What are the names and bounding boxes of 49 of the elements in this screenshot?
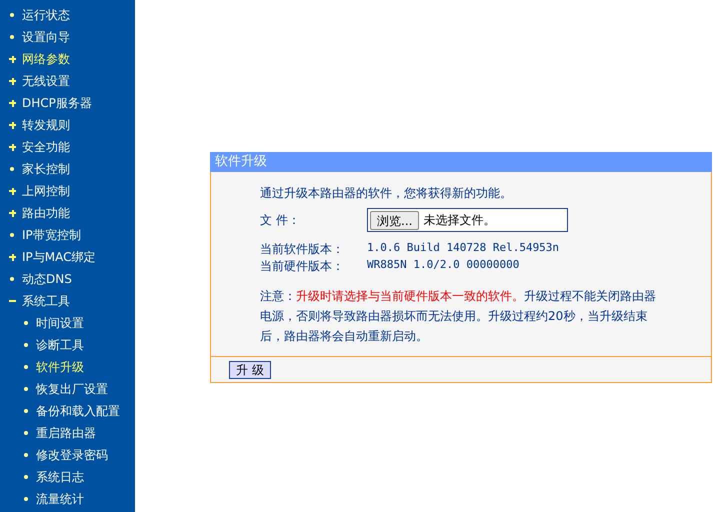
sidebar-item[interactable]: 动态DNS xyxy=(22,270,72,288)
panel-title: 软件升级 xyxy=(210,152,712,172)
sidebar-item[interactable]: 家长控制 xyxy=(22,160,70,178)
bullet-icon xyxy=(24,387,28,391)
sidebar-item[interactable]: 运行状态 xyxy=(22,6,70,24)
sidebar-item[interactable]: 备份和载入配置 xyxy=(36,402,120,420)
version-label: 当前硬件版本： xyxy=(260,258,345,274)
bullet-icon xyxy=(24,453,28,457)
sidebar-item[interactable]: 软件升级 xyxy=(36,358,84,376)
bullet-icon xyxy=(10,35,14,39)
bullet-icon xyxy=(24,497,28,501)
sidebar-item[interactable]: 无线设置 xyxy=(22,72,70,90)
bullet-icon xyxy=(24,321,28,325)
intro-text: 通过升级本路由器的软件，您将获得新的功能。 xyxy=(260,185,513,202)
sidebar-item[interactable]: 修改登录密码 xyxy=(36,446,108,464)
note-text: 注意：升级时请选择与当前硬件版本一致的软件。升级过程不能关闭路由器电源，否则将导致路由器损坏而无法使用。升级过程约20秒，当升级结束后，路由器将会自动重新启动。 xyxy=(260,288,657,345)
sidebar-item[interactable]: 转发规则 xyxy=(22,116,70,134)
sidebar-item[interactable]: 安全功能 xyxy=(22,138,70,156)
sidebar-item[interactable]: 重启路由器 xyxy=(36,424,96,442)
bullet-icon xyxy=(24,431,28,435)
sidebar-item[interactable]: 设置向导 xyxy=(22,28,70,46)
sidebar-item[interactable]: 诊断工具 xyxy=(36,336,84,354)
browse-button[interactable]: 浏览... xyxy=(370,210,420,230)
sidebar-item[interactable]: IP与MAC绑定 xyxy=(22,248,96,266)
version-value: 1.0.6 Build 140728 Rel.54953n xyxy=(367,240,560,256)
bullet-icon xyxy=(10,167,14,171)
upgrade-button[interactable]: 升 级 xyxy=(229,360,271,378)
bullet-icon xyxy=(10,233,14,237)
version-value: WR885N 1.0/2.0 00000000 xyxy=(367,257,520,274)
bullet-icon xyxy=(24,343,28,347)
sidebar-item[interactable]: 系统日志 xyxy=(36,468,84,486)
file-label: 文 件： xyxy=(260,212,301,229)
sidebar-item[interactable]: 网络参数 xyxy=(22,50,70,68)
bullet-icon xyxy=(24,365,28,369)
sidebar-item[interactable]: 系统工具 xyxy=(22,292,70,310)
bullet-icon xyxy=(24,475,28,479)
sidebar-item[interactable]: 流量统计 xyxy=(36,490,84,508)
bullet-icon xyxy=(10,277,14,281)
file-input[interactable]: 浏览... 未选择文件。 xyxy=(367,208,568,232)
bullet-icon xyxy=(24,409,28,413)
version-label: 当前软件版本： xyxy=(260,240,345,258)
sidebar-item[interactable]: 恢复出厂设置 xyxy=(36,380,108,398)
sidebar-item[interactable]: 路由功能 xyxy=(22,204,70,222)
sidebar-item[interactable]: 上网控制 xyxy=(22,182,70,200)
bullet-icon xyxy=(10,13,14,17)
file-name: 未选择文件。 xyxy=(423,212,496,229)
sidebar-item[interactable]: 时间设置 xyxy=(36,314,84,332)
sidebar-item[interactable]: IP带宽控制 xyxy=(22,226,81,244)
sidebar-item[interactable]: DHCP服务器 xyxy=(22,94,92,112)
